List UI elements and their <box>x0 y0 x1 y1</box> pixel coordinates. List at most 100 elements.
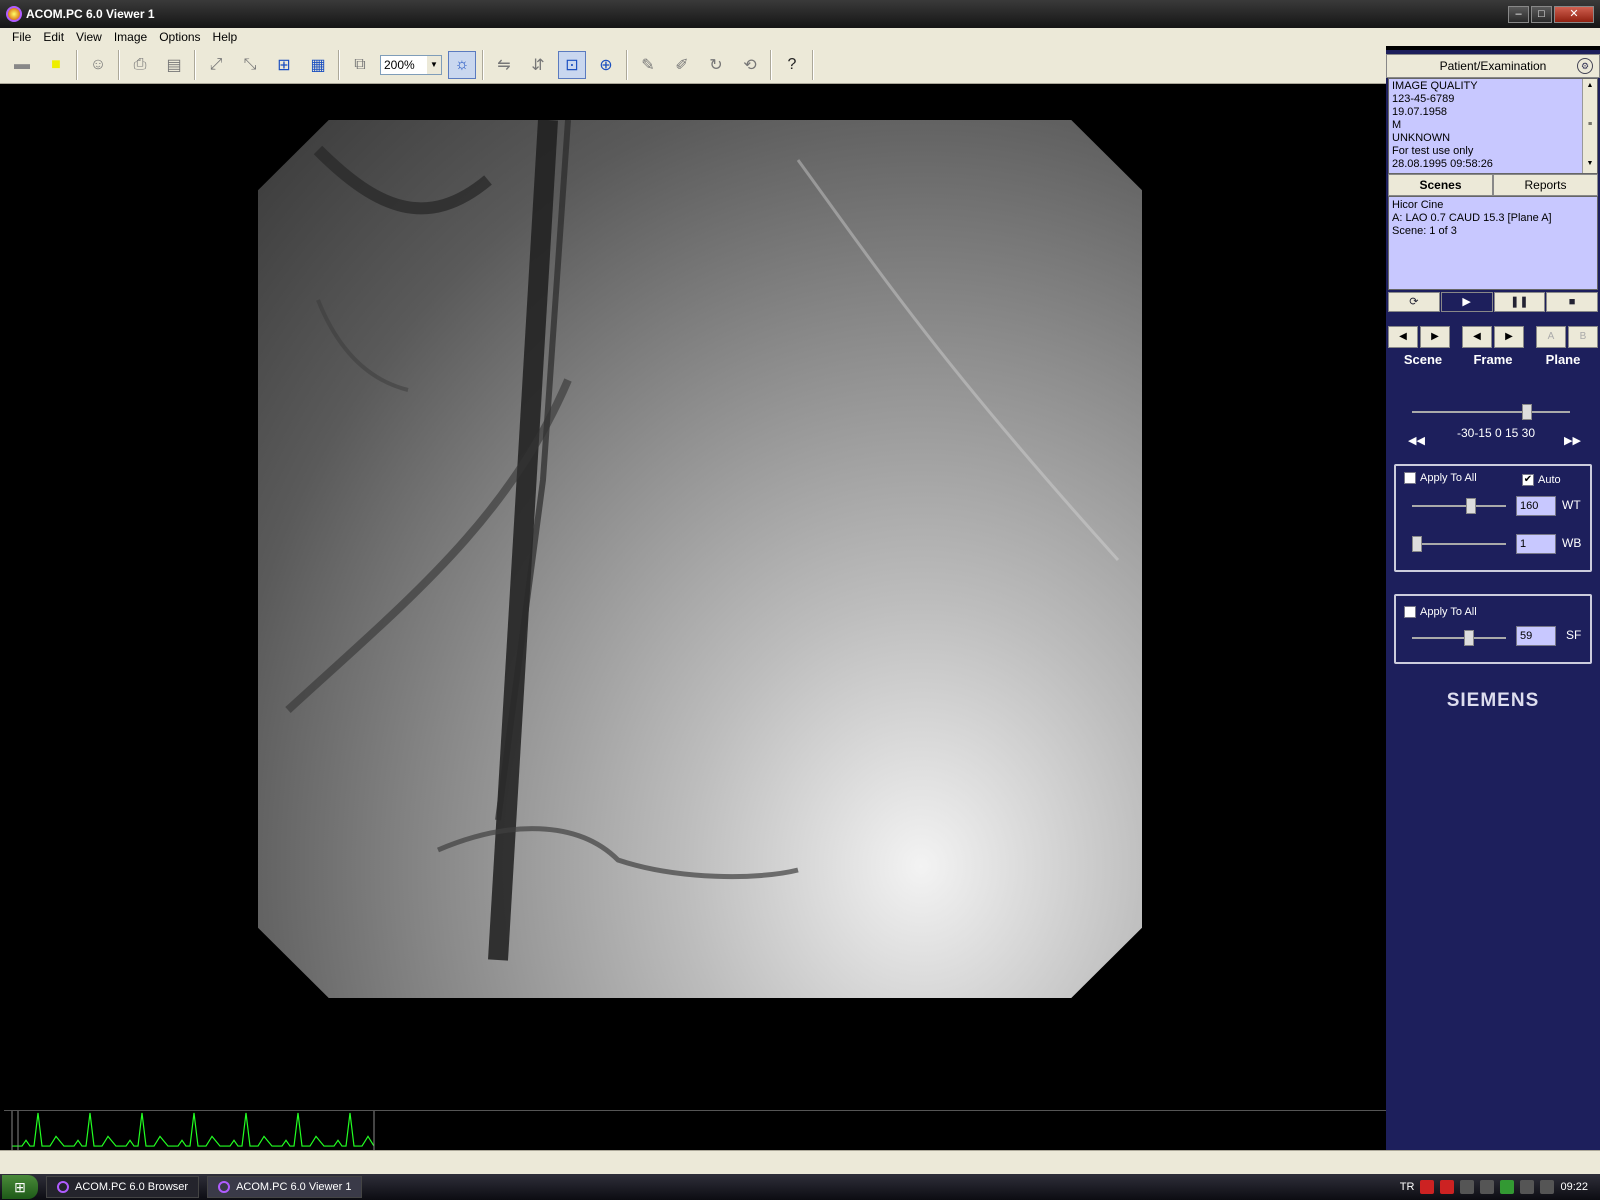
patient-info-scrollbar[interactable]: ▲ ≡ ▼ <box>1582 79 1597 173</box>
scene-next-button[interactable]: ▶ <box>1420 326 1450 348</box>
clock[interactable]: 09:22 <box>1560 1181 1588 1193</box>
update-icon[interactable] <box>1500 1180 1515 1194</box>
checkbox-box[interactable] <box>1404 472 1416 484</box>
patient-line: 28.08.1995 09:58:26 <box>1392 158 1493 170</box>
patient-info-box[interactable]: IMAGE QUALITY 123-45-6789 19.07.1958 M U… <box>1388 78 1598 174</box>
wt-value-field[interactable]: 160 <box>1516 496 1556 516</box>
start-button[interactable]: ⊞ <box>2 1175 38 1199</box>
yellow-folder-icon[interactable]: ■ <box>42 51 70 79</box>
plane-a-button[interactable]: A <box>1536 326 1566 348</box>
zoom-region-icon[interactable]: ⊡ <box>558 50 586 79</box>
maximize-button[interactable]: □ <box>1531 6 1552 23</box>
wb-slider[interactable] <box>1412 536 1506 552</box>
brightness-icon[interactable]: ☼ <box>448 50 476 79</box>
reset-icon[interactable]: ⟲ <box>736 51 764 79</box>
chevron-down-icon[interactable]: ▼ <box>427 55 441 74</box>
stop-icon[interactable]: ■ <box>1546 292 1598 312</box>
menu-edit[interactable]: Edit <box>37 30 70 44</box>
settings-circle-icon[interactable]: ⚙ <box>1577 58 1593 74</box>
auto-checkbox[interactable]: ✔ Auto <box>1522 474 1561 486</box>
task-label: ACOM.PC 6.0 Browser <box>75 1181 189 1193</box>
patient-head-icon[interactable]: ☺ <box>84 51 112 79</box>
zoom-fit-icon[interactable]: ⧉ <box>346 51 374 79</box>
tab-reports[interactable]: Reports <box>1493 174 1598 196</box>
navigation-row: ◀ ▶ ◀ ▶ A B <box>1388 326 1598 348</box>
measure-icon[interactable]: ⤢ <box>202 51 230 79</box>
frame-nav: ◀ ▶ <box>1462 326 1524 348</box>
adobe-icon[interactable] <box>1420 1180 1435 1194</box>
wb-value-field[interactable]: 1 <box>1516 534 1556 554</box>
play-icon[interactable]: ▶ <box>1440 292 1493 312</box>
antivirus-icon[interactable] <box>1440 1180 1455 1194</box>
zoom-select[interactable]: 200% ▼ <box>380 54 442 75</box>
sf-slider-thumb[interactable] <box>1464 630 1474 646</box>
scene-prev-button[interactable]: ◀ <box>1388 326 1418 348</box>
sf-label: SF <box>1566 628 1582 642</box>
volume-icon[interactable] <box>1480 1180 1495 1194</box>
wt-slider-thumb[interactable] <box>1466 498 1476 514</box>
app-logo-icon <box>6 6 22 22</box>
toolbar-separator <box>76 49 78 80</box>
menu-options[interactable]: Options <box>153 30 206 44</box>
window-title: ACOM.PC 6.0 Viewer 1 <box>26 7 155 21</box>
safely-remove-icon[interactable] <box>1540 1180 1555 1194</box>
wt-slider[interactable] <box>1412 498 1506 514</box>
menu-image[interactable]: Image <box>108 30 153 44</box>
plane-label: Plane <box>1545 352 1581 367</box>
keyboard-icon[interactable] <box>1520 1180 1535 1194</box>
close-button[interactable]: ✕ <box>1554 6 1594 23</box>
annotate-icon[interactable]: ✐ <box>668 51 696 79</box>
pause-icon[interactable]: ❚❚ <box>1493 292 1546 312</box>
rewind-icon[interactable]: ◀◀ <box>1408 434 1425 447</box>
apply-to-all-checkbox[interactable]: Apply To All <box>1404 472 1477 484</box>
menu-view[interactable]: View <box>70 30 108 44</box>
help-pointer-icon[interactable]: ? <box>778 51 806 79</box>
toolbar-separator <box>338 49 340 80</box>
checkbox-box[interactable] <box>1404 606 1416 618</box>
fast-forward-icon[interactable]: ▶▶ <box>1564 434 1581 447</box>
grid-layout-icon[interactable]: ⊞ <box>270 51 298 79</box>
system-tray: TR 09:22 <box>1400 1174 1600 1200</box>
calibrate-icon[interactable]: ⤡ <box>236 51 264 79</box>
tab-scenes[interactable]: Scenes <box>1388 174 1493 196</box>
checkmark-icon[interactable]: ✔ <box>1522 474 1534 486</box>
taskbar: ⊞ ACOM.PC 6.0 Browser ACOM.PC 6.0 Viewer… <box>0 1174 1600 1200</box>
toolbar-separator <box>118 49 120 80</box>
scene-info-box: Hicor Cine A: LAO 0.7 CAUD 15.3 [Plane A… <box>1388 196 1598 290</box>
plane-b-button[interactable]: B <box>1568 326 1598 348</box>
flip-vertical-icon[interactable]: ⇵ <box>524 51 552 79</box>
apply-to-all-checkbox[interactable]: Apply To All <box>1404 606 1477 618</box>
sf-slider[interactable] <box>1412 630 1506 646</box>
flip-horizontal-icon[interactable]: ⇋ <box>490 51 518 79</box>
menu-file[interactable]: File <box>6 30 37 44</box>
sf-value-field[interactable]: 59 <box>1516 626 1556 646</box>
ecg-trace <box>11 1111 375 1150</box>
auto-label: Auto <box>1538 474 1561 486</box>
taskbar-item-viewer[interactable]: ACOM.PC 6.0 Viewer 1 <box>207 1176 363 1198</box>
scene-line: Hicor Cine <box>1392 199 1444 211</box>
menu-help[interactable]: Help <box>207 30 244 44</box>
rotate-icon[interactable]: ↻ <box>702 51 730 79</box>
edit-image-icon[interactable]: ✎ <box>634 51 662 79</box>
printer-icon[interactable]: ▤ <box>160 51 188 79</box>
frame-next-button[interactable]: ▶ <box>1494 326 1524 348</box>
open-folder-icon[interactable]: ▬ <box>8 51 36 79</box>
image-viewport[interactable] <box>4 86 1386 1112</box>
frame-label: Frame <box>1473 352 1513 367</box>
title-bar[interactable]: ACOM.PC 6.0 Viewer 1 ‒ □ ✕ <box>0 0 1600 28</box>
print-preview-icon[interactable]: ⎙ <box>126 51 154 79</box>
speed-slider[interactable] <box>1412 404 1570 420</box>
taskbar-item-browser[interactable]: ACOM.PC 6.0 Browser <box>46 1176 200 1198</box>
loop-icon[interactable]: ⟳ <box>1388 292 1440 312</box>
minimize-button[interactable]: ‒ <box>1508 6 1529 23</box>
window-layout-icon[interactable]: ▦ <box>304 51 332 79</box>
wb-slider-thumb[interactable] <box>1412 536 1422 552</box>
speed-slider-thumb[interactable] <box>1522 404 1532 420</box>
patient-examination-header[interactable]: Patient/Examination ⚙ <box>1386 54 1600 78</box>
network-icon[interactable] <box>1460 1180 1475 1194</box>
language-indicator[interactable]: TR <box>1400 1181 1415 1193</box>
patient-examination-title: Patient/Examination <box>1439 59 1547 73</box>
angiography-image[interactable] <box>258 120 1142 998</box>
frame-prev-button[interactable]: ◀ <box>1462 326 1492 348</box>
magnifier-icon[interactable]: ⊕ <box>592 51 620 79</box>
